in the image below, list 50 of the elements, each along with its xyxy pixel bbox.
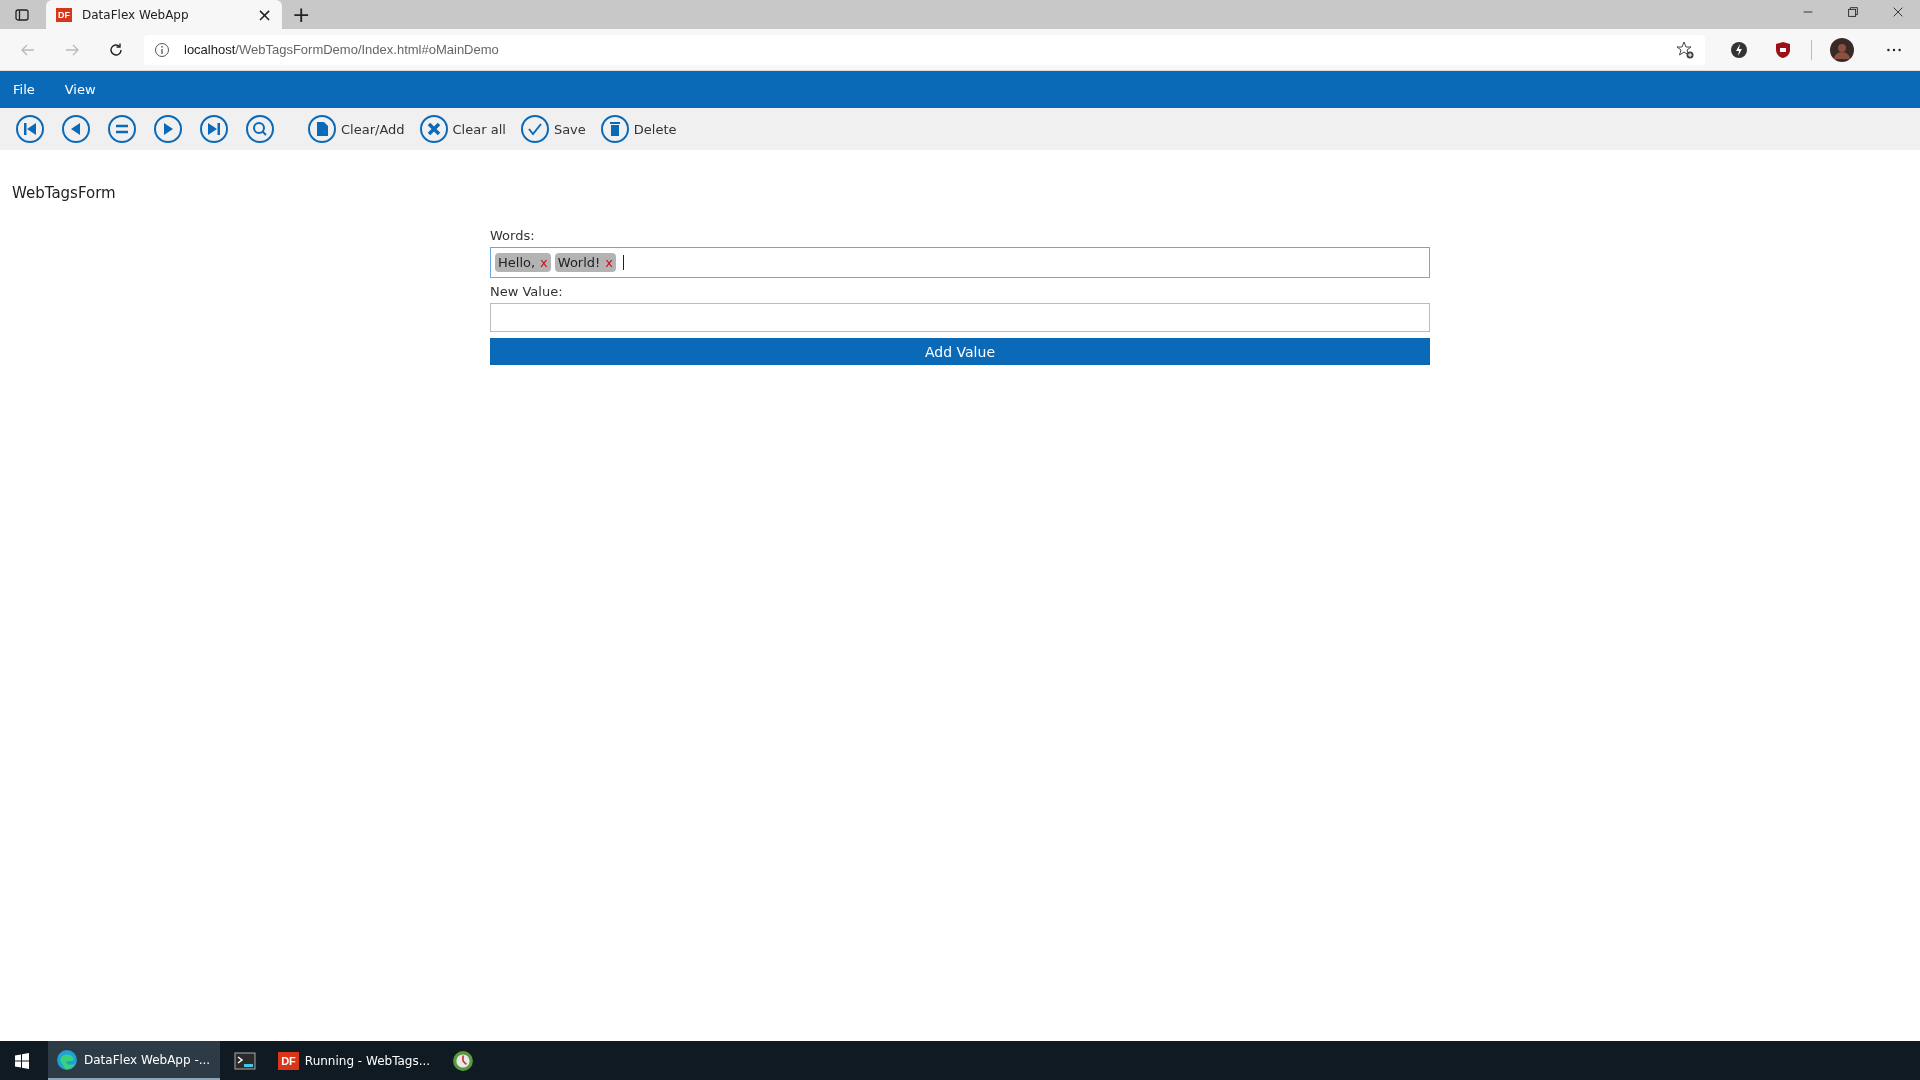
trash-icon (599, 114, 630, 144)
tag-label: Hello, (498, 255, 536, 270)
menu-item[interactable]: File (13, 82, 35, 97)
page-title: WebTagsForm (12, 184, 117, 202)
taskbar-label: Running - WebTags... (304, 1053, 431, 1068)
start-icon[interactable] (14, 1052, 30, 1069)
save-button[interactable]: Save (519, 114, 586, 144)
close-tab-button[interactable]: × (256, 4, 272, 25)
more-icon[interactable] (1886, 46, 1902, 53)
document-icon (307, 114, 337, 144)
text-cursor (622, 255, 624, 270)
restore-icon[interactable] (1846, 5, 1860, 19)
extension-icon[interactable] (1729, 39, 1749, 60)
first-record-icon[interactable] (15, 114, 45, 144)
search-icon[interactable] (245, 114, 275, 144)
tab-actions-icon[interactable] (14, 7, 30, 23)
field-label: New Value: (490, 284, 564, 299)
browser-icon (56, 1048, 78, 1071)
tab-title: DataFlex WebApp (82, 7, 190, 22)
info-icon (154, 41, 170, 58)
taskbar-app-button[interactable]: DF Running - WebTags... (270, 1041, 439, 1080)
taskbar-label: DataFlex WebApp -... (84, 1052, 211, 1067)
new-value-field[interactable] (490, 303, 1430, 332)
shield-icon[interactable] (1773, 39, 1793, 60)
taskbar-app-button[interactable]: DataFlex WebApp -... (48, 1041, 221, 1080)
x-circle-icon (418, 114, 449, 144)
address-bar[interactable]: localhost/WebTagsFormDemo/Index.html#oMainDemo (144, 34, 1705, 65)
clock-icon (452, 1049, 475, 1072)
clear-add-button[interactable]: Clear/Add (307, 114, 405, 144)
url-text: localhost/WebTagsFormDemo/Index.html#oMainDemo (184, 42, 499, 57)
previous-icon[interactable] (61, 114, 91, 144)
clear-all-button[interactable]: Clear all (418, 114, 506, 144)
checkmark-icon (519, 114, 550, 144)
last-record-icon[interactable] (199, 114, 229, 144)
profile-avatar-icon[interactable] (1830, 37, 1854, 62)
field-label: Words: (490, 228, 536, 243)
add-value-button[interactable]: Add Value (490, 338, 1430, 365)
new-tab-button[interactable]: + (292, 2, 311, 27)
app-logo-icon: DF (56, 7, 72, 22)
delete-button[interactable]: Delete (599, 114, 677, 144)
next-icon[interactable] (153, 114, 183, 144)
add-favorite-icon[interactable] (1675, 39, 1695, 60)
terminal-icon (234, 1049, 257, 1072)
list-icon[interactable] (107, 114, 137, 144)
tag-label: World! (557, 255, 601, 270)
browser-tab[interactable]: DF DataFlex WebApp × (46, 0, 282, 29)
app-logo-icon: DF (278, 1051, 299, 1070)
close-icon[interactable] (1891, 5, 1905, 19)
reload-icon[interactable] (108, 41, 124, 58)
menu-item[interactable]: View (64, 82, 96, 97)
